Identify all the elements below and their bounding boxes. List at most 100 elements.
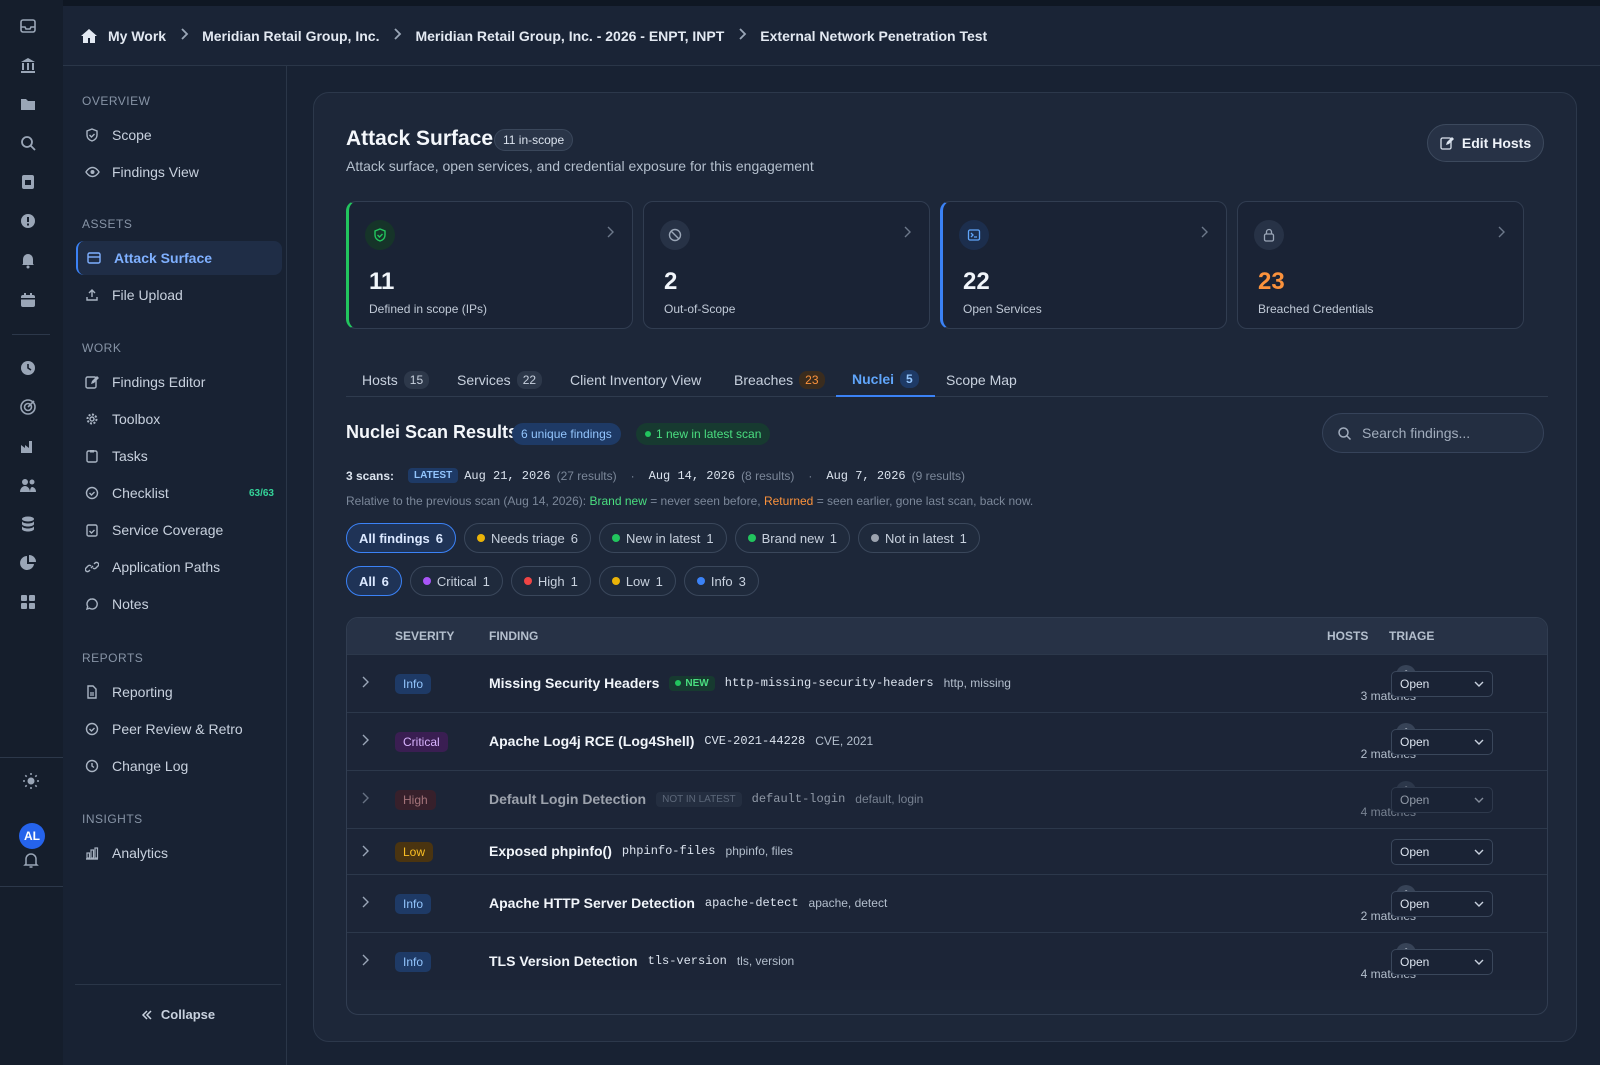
scan-date[interactable]: Aug 7, 2026	[826, 469, 905, 483]
sidebar-item-toolbox[interactable]: Toolbox	[76, 402, 282, 436]
pie-chart-icon[interactable]	[18, 553, 38, 573]
sidebar-item-scope[interactable]: Scope	[76, 118, 282, 152]
table-row[interactable]: Info Apache HTTP Server Detection apache-…	[347, 874, 1547, 932]
tab-breaches[interactable]: Breaches 23	[734, 363, 825, 397]
table-row[interactable]: Critical Apache Log4j RCE (Log4Shell) CVE…	[347, 712, 1547, 770]
column-finding[interactable]: FINDING	[489, 629, 538, 643]
sidebar-item-notes[interactable]: Notes	[76, 587, 282, 621]
scan-date[interactable]: Aug 21, 2026	[464, 469, 550, 483]
sidebar-item-reporting[interactable]: Reporting	[76, 675, 282, 709]
factory-icon[interactable]	[18, 436, 38, 456]
legend-brand-new-desc: = never seen before,	[650, 494, 761, 508]
clock-icon[interactable]	[18, 358, 38, 378]
edit-hosts-button[interactable]: Edit Hosts	[1427, 124, 1544, 162]
search-findings[interactable]	[1322, 413, 1544, 453]
table-row[interactable]: Low Exposed phpinfo() phpinfo-files phpinf…	[347, 828, 1547, 874]
table-row[interactable]: Info Missing Security Headers NEW http-mis…	[347, 654, 1547, 712]
filter-not-in-latest[interactable]: Not in latest 1	[858, 523, 980, 553]
finding-name[interactable]: Missing Security Headers	[489, 675, 659, 691]
tab-scope-map[interactable]: Scope Map	[946, 363, 1017, 397]
triage-select[interactable]: Open	[1391, 671, 1493, 697]
chevron-right-icon[interactable]	[361, 896, 369, 911]
sidebar-item-service-coverage[interactable]: Service Coverage	[76, 513, 282, 547]
bank-icon[interactable]	[18, 55, 38, 75]
check-circle-icon	[84, 721, 100, 737]
tab-nuclei[interactable]: Nuclei 5	[836, 363, 935, 397]
chevron-right-icon[interactable]	[361, 792, 369, 807]
column-triage[interactable]: TRIAGE	[1389, 629, 1434, 643]
chevron-down-icon	[1474, 958, 1484, 966]
sidebar-item-file-upload[interactable]: File Upload	[76, 278, 282, 312]
chevron-right-icon[interactable]	[361, 734, 369, 749]
search-input[interactable]	[1362, 425, 1532, 441]
sidebar-item-application-paths[interactable]: Application Paths	[76, 550, 282, 584]
sidebar-item-findings-view[interactable]: Findings View	[76, 155, 282, 189]
filter-needs-triage[interactable]: Needs triage 6	[464, 523, 591, 553]
filter-severity-high[interactable]: High 1	[510, 566, 591, 596]
stat-card-in-scope[interactable]: 11 Defined in scope (IPs)	[346, 201, 633, 329]
notification-bell-icon[interactable]	[21, 850, 41, 870]
file-box-icon[interactable]	[18, 172, 38, 192]
bell-icon[interactable]	[18, 250, 38, 270]
breadcrumb-engagement[interactable]: External Network Penetration Test	[760, 28, 987, 44]
finding-name[interactable]: Default Login Detection	[489, 791, 646, 807]
stat-card-out-of-scope[interactable]: 2 Out-of-Scope	[643, 201, 930, 329]
tab-hosts[interactable]: Hosts 15	[362, 363, 430, 397]
breadcrumb-client[interactable]: Meridian Retail Group, Inc.	[202, 28, 379, 44]
chevron-right-icon[interactable]	[361, 676, 369, 691]
filter-all-findings[interactable]: All findings 6	[346, 523, 457, 553]
collapse-button[interactable]: Collapse	[75, 984, 281, 1044]
search-icon[interactable]	[18, 133, 38, 153]
triage-select[interactable]: Open	[1391, 729, 1493, 755]
gear-icon	[84, 411, 100, 427]
sidebar-item-peer-review[interactable]: Peer Review & Retro	[76, 712, 282, 746]
stat-card-open-services[interactable]: 22 Open Services	[940, 201, 1227, 329]
sidebar-item-findings-editor[interactable]: Findings Editor	[76, 365, 282, 399]
folder-icon[interactable]	[18, 94, 38, 114]
calendar-icon[interactable]	[18, 290, 38, 310]
triage-select[interactable]: Open	[1391, 949, 1493, 975]
grid-icon[interactable]	[18, 592, 38, 612]
column-hosts[interactable]: HOSTS	[1327, 629, 1368, 643]
sidebar-item-attack-surface[interactable]: Attack Surface	[76, 241, 282, 275]
avatar[interactable]: AL	[19, 823, 45, 849]
breadcrumb-project[interactable]: Meridian Retail Group, Inc. - 2026 - ENP…	[415, 28, 724, 44]
scan-results: (27 results)	[556, 468, 617, 483]
home-icon[interactable]	[80, 27, 98, 45]
scan-date[interactable]: Aug 14, 2026	[649, 469, 735, 483]
database-icon[interactable]	[18, 514, 38, 534]
alert-icon[interactable]	[18, 211, 38, 231]
sun-icon[interactable]	[21, 771, 41, 791]
column-severity[interactable]: SEVERITY	[395, 629, 454, 643]
finding-name[interactable]: Exposed phpinfo()	[489, 843, 612, 859]
triage-select[interactable]: Open	[1391, 787, 1493, 813]
breadcrumb-my-work[interactable]: My Work	[108, 28, 166, 44]
chevron-right-icon[interactable]	[361, 845, 369, 860]
users-icon[interactable]	[18, 475, 38, 495]
tab-services[interactable]: Services 22	[457, 363, 543, 397]
filter-severity-all[interactable]: All 6	[346, 566, 402, 596]
sidebar-item-checklist[interactable]: Checklist 63/63	[76, 476, 282, 510]
table-row[interactable]: Info TLS Version Detection tls-version tls…	[347, 932, 1547, 990]
chevron-right-icon[interactable]	[361, 954, 369, 969]
finding-name[interactable]: Apache HTTP Server Detection	[489, 895, 695, 911]
triage-select[interactable]: Open	[1391, 891, 1493, 917]
sidebar-item-tasks[interactable]: Tasks	[76, 439, 282, 473]
finding-name[interactable]: Apache Log4j RCE (Log4Shell)	[489, 733, 694, 749]
sidebar-item-change-log[interactable]: Change Log	[76, 749, 282, 783]
filter-label: Info	[710, 573, 733, 589]
radar-icon[interactable]	[18, 397, 38, 417]
sidebar-item-analytics[interactable]: Analytics	[76, 836, 282, 870]
inbox-icon[interactable]	[18, 16, 38, 36]
filter-severity-info[interactable]: Info 3	[683, 566, 759, 596]
triage-select[interactable]: Open	[1391, 839, 1493, 865]
filter-severity-critical[interactable]: Critical 1	[409, 566, 503, 596]
finding-name[interactable]: TLS Version Detection	[489, 953, 638, 969]
stat-card-breached-credentials[interactable]: 23 Breached Credentials	[1237, 201, 1524, 329]
tab-client-inventory-view[interactable]: Client Inventory View	[570, 363, 701, 397]
link-icon	[84, 559, 100, 575]
filter-brand-new[interactable]: Brand new 1	[734, 523, 851, 553]
filter-new-in-latest[interactable]: New in latest 1	[598, 523, 727, 553]
table-row[interactable]: High Default Login Detection NOT IN LATES…	[347, 770, 1547, 828]
filter-severity-low[interactable]: Low 1	[598, 566, 676, 596]
